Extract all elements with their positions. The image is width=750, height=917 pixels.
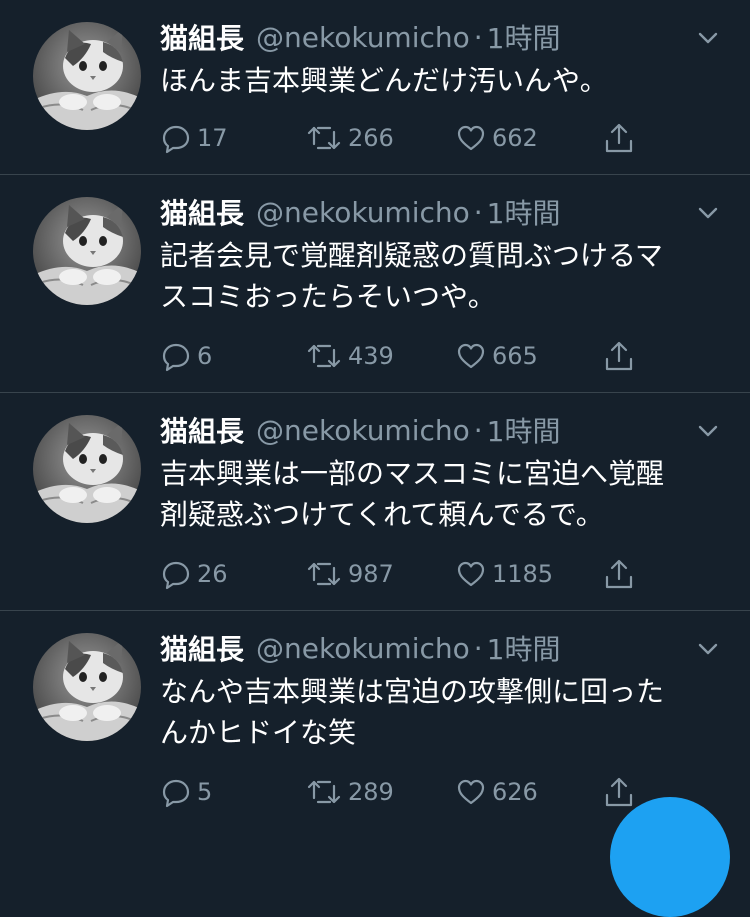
user-handle[interactable]: @nekokumicho bbox=[256, 632, 470, 665]
compose-tweet-button[interactable] bbox=[610, 797, 730, 917]
retweet-count: 987 bbox=[348, 560, 394, 588]
tweet-header: 猫組長 @nekokumicho · 1時間 bbox=[160, 411, 561, 449]
reply-icon bbox=[160, 340, 192, 372]
retweet-icon bbox=[305, 558, 343, 590]
share-button[interactable] bbox=[603, 554, 635, 594]
heart-icon bbox=[455, 340, 487, 372]
tweet[interactable]: 猫組長 @nekokumicho · 1時間 記者会見で覚醒剤疑惑の質問ぶつける… bbox=[0, 175, 750, 392]
share-icon bbox=[603, 775, 635, 809]
chevron-down-icon[interactable] bbox=[694, 635, 722, 663]
reply-button[interactable]: 17 bbox=[160, 118, 228, 158]
reply-count: 17 bbox=[197, 124, 228, 152]
display-name[interactable]: 猫組長 bbox=[160, 410, 244, 450]
share-button[interactable] bbox=[603, 772, 635, 812]
avatar[interactable] bbox=[33, 415, 141, 523]
separator-dot: · bbox=[473, 195, 483, 229]
share-icon bbox=[603, 121, 635, 155]
reply-count: 26 bbox=[197, 560, 228, 588]
tweet-text: ほんま吉本興業どんだけ汚いんや。 bbox=[160, 64, 608, 97]
like-count: 665 bbox=[492, 342, 538, 370]
reply-count: 6 bbox=[197, 342, 213, 370]
reply-button[interactable]: 5 bbox=[160, 772, 212, 812]
share-button[interactable] bbox=[603, 118, 635, 158]
retweet-icon bbox=[305, 122, 343, 154]
heart-icon bbox=[455, 558, 487, 590]
retweet-icon bbox=[305, 776, 343, 808]
tweet-actions: 26 987 1185 bbox=[160, 554, 660, 594]
avatar[interactable] bbox=[33, 197, 141, 305]
tweet-header: 猫組長 @nekokumicho · 1時間 bbox=[160, 193, 561, 231]
tweet-header: 猫組長 @nekokumicho · 1時間 bbox=[160, 18, 561, 56]
retweet-count: 289 bbox=[348, 778, 394, 806]
like-button[interactable]: 662 bbox=[455, 118, 538, 158]
heart-icon bbox=[455, 776, 487, 808]
tweet-actions: 5 289 626 bbox=[160, 772, 660, 812]
chevron-down-icon[interactable] bbox=[694, 199, 722, 227]
reply-button[interactable]: 26 bbox=[160, 554, 228, 594]
like-count: 662 bbox=[492, 124, 538, 152]
like-button[interactable]: 1185 bbox=[455, 554, 553, 594]
display-name[interactable]: 猫組長 bbox=[160, 628, 244, 668]
chevron-down-icon[interactable] bbox=[694, 24, 722, 52]
avatar[interactable] bbox=[33, 633, 141, 741]
retweet-button[interactable]: 439 bbox=[305, 336, 394, 376]
user-handle[interactable]: @nekokumicho bbox=[256, 196, 470, 229]
separator-dot: · bbox=[473, 413, 483, 447]
separator-dot: · bbox=[473, 631, 483, 665]
user-handle[interactable]: @nekokumicho bbox=[256, 21, 470, 54]
tweet-actions: 6 439 665 bbox=[160, 336, 660, 376]
avatar[interactable] bbox=[33, 22, 141, 130]
reply-icon bbox=[160, 558, 192, 590]
tweet-header: 猫組長 @nekokumicho · 1時間 bbox=[160, 629, 561, 667]
retweet-count: 266 bbox=[348, 124, 394, 152]
display-name[interactable]: 猫組長 bbox=[160, 192, 244, 232]
reply-icon bbox=[160, 776, 192, 808]
reply-icon bbox=[160, 122, 192, 154]
reply-button[interactable]: 6 bbox=[160, 336, 212, 376]
retweet-icon bbox=[305, 340, 343, 372]
timestamp[interactable]: 1時間 bbox=[487, 410, 561, 450]
like-button[interactable]: 626 bbox=[455, 772, 538, 812]
timestamp[interactable]: 1時間 bbox=[487, 192, 561, 232]
tweet-text: なんや吉本興業は宮迫の攻撃側に回った んかヒドイな笑 bbox=[160, 675, 665, 749]
share-button[interactable] bbox=[603, 336, 635, 376]
separator-dot: · bbox=[473, 20, 483, 54]
display-name[interactable]: 猫組長 bbox=[160, 17, 244, 57]
tweet-text: 記者会見で覚醒剤疑惑の質問ぶつけるマ スコミおったらそいつや。 bbox=[160, 239, 663, 313]
like-count: 626 bbox=[492, 778, 538, 806]
heart-icon bbox=[455, 122, 487, 154]
share-icon bbox=[603, 557, 635, 591]
tweet[interactable]: 猫組長 @nekokumicho · 1時間 なんや吉本興業は宮迫の攻撃側に回っ… bbox=[0, 611, 750, 820]
user-handle[interactable]: @nekokumicho bbox=[256, 414, 470, 447]
share-icon bbox=[603, 339, 635, 373]
tweet[interactable]: 猫組長 @nekokumicho · 1時間 ほんま吉本興業どんだけ汚いんや。 … bbox=[0, 0, 750, 174]
retweet-button[interactable]: 289 bbox=[305, 772, 394, 812]
tweet-actions: 17 266 662 bbox=[160, 118, 660, 158]
like-button[interactable]: 665 bbox=[455, 336, 538, 376]
timestamp[interactable]: 1時間 bbox=[487, 628, 561, 668]
retweet-button[interactable]: 266 bbox=[305, 118, 394, 158]
reply-count: 5 bbox=[197, 778, 213, 806]
retweet-button[interactable]: 987 bbox=[305, 554, 394, 594]
timestamp[interactable]: 1時間 bbox=[487, 17, 561, 57]
tweet-text: 吉本興業は一部のマスコミに宮迫へ覚醒 剤疑惑ぶつけてくれて頼んでるで。 bbox=[160, 457, 665, 531]
retweet-count: 439 bbox=[348, 342, 394, 370]
tweet[interactable]: 猫組長 @nekokumicho · 1時間 吉本興業は一部のマスコミに宮迫へ覚… bbox=[0, 393, 750, 610]
chevron-down-icon[interactable] bbox=[694, 417, 722, 445]
like-count: 1185 bbox=[492, 560, 554, 588]
